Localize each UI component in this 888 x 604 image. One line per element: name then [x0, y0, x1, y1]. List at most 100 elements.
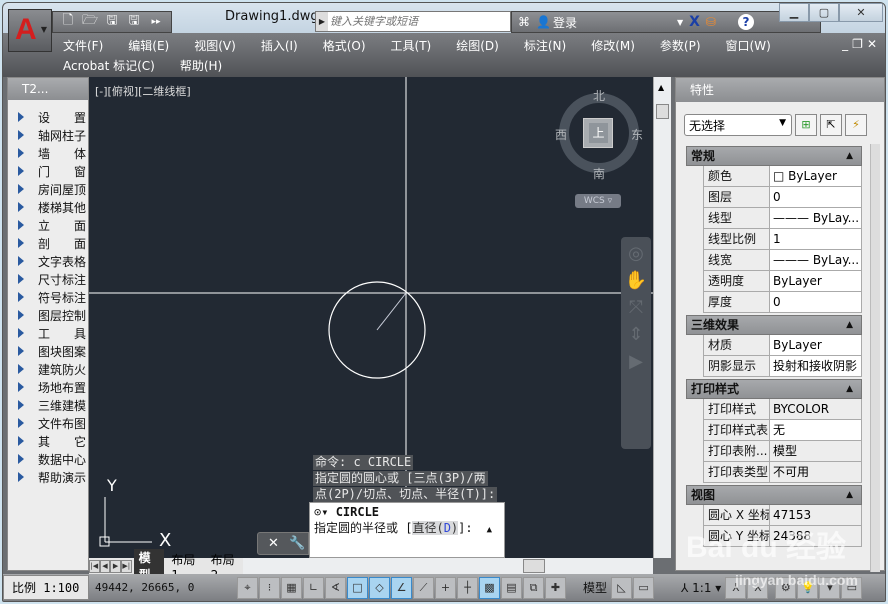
close-button[interactable]: ✕	[839, 3, 883, 22]
user-icon[interactable]: 👤	[536, 15, 551, 29]
close-command-line-icon[interactable]: ✕	[268, 536, 279, 551]
properties-title[interactable]: 特性	[676, 78, 884, 102]
showmotion-icon[interactable]: ▶	[621, 351, 651, 372]
command-history-toggle-icon[interactable]: ▲	[487, 525, 492, 535]
property-value[interactable]: 0	[770, 292, 862, 312]
property-row[interactable]: 厚度 0	[703, 292, 862, 313]
last-tab-button[interactable]: ▶|	[120, 559, 132, 573]
palette-item[interactable]: 文件布图	[8, 414, 88, 432]
login-dropdown-icon[interactable]: ▼	[677, 18, 683, 27]
orbit-icon[interactable]: ⇕	[621, 324, 651, 345]
property-row[interactable]: 打印表附... 模型	[703, 441, 862, 462]
drawing-canvas[interactable]: [-][俯视][二维线框] X Y 上 北 南 东 西 WCS ▿ ◎ ✋ ⤧ …	[89, 77, 653, 558]
property-value[interactable]: 不可用	[770, 462, 862, 482]
palette-item[interactable]: 数据中心	[8, 450, 88, 468]
palette-item[interactable]: 门 窗	[8, 162, 88, 180]
palette-item[interactable]: 立 面	[8, 216, 88, 234]
palette-item[interactable]: 房间屋顶	[8, 180, 88, 198]
select-objects-button[interactable]: ⇱	[820, 114, 842, 136]
property-row[interactable]: 图层 0	[703, 187, 862, 208]
menu-row1-item[interactable]: 标注(N)	[524, 37, 566, 54]
palette-item[interactable]: 其 它	[8, 432, 88, 450]
property-row[interactable]: 颜色 □ ByLayer	[703, 166, 862, 187]
help-icon[interactable]: ?	[737, 14, 754, 30]
menu-row1-item[interactable]: 窗口(W)	[726, 37, 771, 54]
polar-tracking-icon[interactable]: ∢	[325, 576, 346, 599]
property-row[interactable]: 打印表类型 不可用	[703, 462, 862, 483]
zoom-extents-icon[interactable]: ⤧	[621, 297, 651, 318]
property-row[interactable]: 打印样式 BYCOLOR	[703, 399, 862, 420]
menu-row1-item[interactable]: 工具(T)	[391, 37, 432, 54]
property-group-header[interactable]: 常规 ▲	[686, 146, 862, 166]
palette-item[interactable]: 帮助演示	[8, 468, 88, 486]
property-row[interactable]: 阴影显示 投射和接收阴影	[703, 356, 862, 377]
menu-row1-item[interactable]: 视图(V)	[194, 37, 236, 54]
properties-scrollbar[interactable]	[870, 144, 880, 572]
compass-north[interactable]: 北	[593, 87, 605, 104]
quick-select-button[interactable]: ⚡	[845, 114, 867, 136]
menu-row1-item[interactable]: 插入(I)	[261, 37, 298, 54]
grid-display-icon[interactable]: ▦	[281, 576, 302, 599]
collapse-arrow-icon[interactable]: ▲	[846, 147, 853, 165]
property-value[interactable]: ByLayer	[770, 271, 862, 291]
next-tab-button[interactable]: ▶	[110, 559, 121, 573]
lineweight-icon[interactable]: ┼	[457, 576, 478, 599]
palette-item[interactable]: 楼梯其他	[8, 198, 88, 216]
more-icon[interactable]: ▸▸	[147, 17, 165, 27]
object-snap-icon[interactable]: □	[347, 576, 368, 599]
menu-row1-item[interactable]: 参数(P)	[660, 37, 701, 54]
palette-item[interactable]: 工 具	[8, 324, 88, 342]
quick-view-layouts-icon[interactable]: ◺	[611, 576, 633, 599]
open-icon[interactable]: 🗁	[81, 11, 99, 33]
selection-dropdown[interactable]: 无选择 ▼	[684, 114, 792, 136]
property-row[interactable]: 材质 ByLayer	[703, 335, 862, 356]
property-row[interactable]: 线型 ——— ByLay...	[703, 208, 862, 229]
property-value[interactable]: 0	[770, 187, 862, 207]
menu-row1-item[interactable]: 格式(O)	[323, 37, 366, 54]
compass-east[interactable]: 东	[631, 126, 643, 143]
toggle-pickadd-button[interactable]: ⊞	[795, 114, 817, 136]
palette-title[interactable]: T2...	[8, 78, 88, 100]
transparency-icon[interactable]: ▩	[479, 576, 500, 599]
infer-constraints-icon[interactable]: ⌖	[237, 576, 258, 599]
property-value[interactable]: 无	[770, 420, 862, 440]
property-value[interactable]: 1	[770, 229, 862, 249]
3d-object-snap-icon[interactable]: ◇	[369, 576, 390, 599]
dynamic-input-icon[interactable]: +	[435, 576, 456, 599]
login-button[interactable]: 登录	[553, 14, 577, 31]
pan-hand-icon[interactable]: ✋	[621, 270, 651, 291]
doc-restore-button[interactable]: ❐	[852, 37, 867, 51]
property-row[interactable]: 线宽 ——— ByLay...	[703, 250, 862, 271]
exchange-icon[interactable]: X	[689, 14, 700, 30]
property-value[interactable]: ByLayer	[770, 335, 862, 355]
doc-minimize-button[interactable]: _	[842, 37, 852, 51]
palette-item[interactable]: 设 置	[8, 108, 88, 126]
vertical-scrollbar[interactable]: ▲	[653, 77, 671, 558]
doc-close-button[interactable]: ✕	[867, 37, 881, 51]
menu-row1-item[interactable]: 编辑(E)	[128, 37, 169, 54]
search-input[interactable]	[330, 13, 508, 30]
annotation-scale[interactable]: ⅄ 1:1 ▾	[677, 581, 725, 595]
property-value[interactable]: □ ByLayer	[770, 166, 862, 186]
menu-row1-item[interactable]: 绘图(D)	[456, 37, 499, 54]
steering-wheel-icon[interactable]: ◎	[621, 243, 651, 264]
snap-mode-icon[interactable]: ⁝	[259, 576, 280, 599]
horizontal-scroll-thumb[interactable]	[523, 559, 545, 573]
menu-row2-item[interactable]: 帮助(H)	[180, 57, 222, 74]
quick-view-drawings-icon[interactable]: ▭	[633, 576, 655, 599]
binoculars-icon[interactable]: ⌘	[518, 15, 530, 29]
dynamic-ucs-icon[interactable]: ⟋	[413, 576, 434, 599]
property-row[interactable]: 打印样式表无	[703, 420, 862, 441]
vertical-scroll-thumb[interactable]	[656, 104, 669, 119]
palette-item[interactable]: 符号标注	[8, 288, 88, 306]
coordinate-readout[interactable]: 49442, 26665, 0	[89, 581, 237, 594]
diameter-option[interactable]: 直径(D)	[412, 521, 459, 535]
property-group-header[interactable]: 视图 ▲	[686, 485, 862, 505]
property-row[interactable]: 透明度 ByLayer	[703, 271, 862, 292]
collapse-arrow-icon[interactable]: ▲	[846, 316, 853, 334]
viewcube[interactable]: 上 北 南 东 西	[555, 89, 643, 181]
ucs-dropdown[interactable]: WCS ▿	[575, 194, 621, 208]
viewcube-face[interactable]: 上	[583, 118, 613, 148]
search-expand-icon[interactable]: ▶	[316, 12, 328, 31]
menu-row1-item[interactable]: 文件(F)	[63, 37, 103, 54]
